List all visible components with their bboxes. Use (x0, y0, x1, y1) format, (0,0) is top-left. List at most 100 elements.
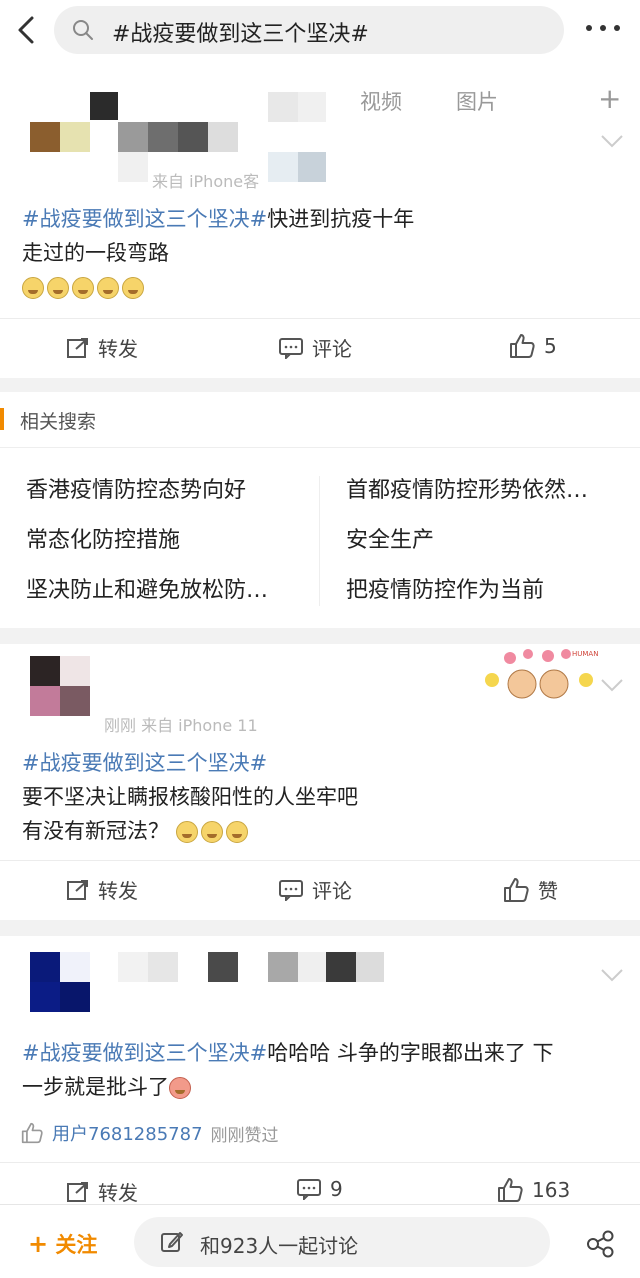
related-item[interactable]: 把疫情防控作为当前 (346, 572, 636, 604)
emoji-icon (47, 277, 69, 299)
repost-button[interactable]: 转发 (66, 333, 138, 362)
emoji-icon (200, 821, 223, 843)
related-item[interactable]: 首都疫情防控形势依然… (346, 472, 636, 504)
emoji-icon (175, 821, 198, 843)
repost-button[interactable]: 转发 (66, 1177, 138, 1206)
follow-button[interactable]: + 关注 (28, 1229, 97, 1259)
comment-icon (297, 1179, 321, 1200)
post-text: 一步就是批斗了 (22, 1075, 169, 1099)
avatar (30, 656, 60, 686)
comment-icon (279, 879, 303, 901)
chevron-down-icon[interactable] (598, 676, 626, 694)
post-card: 来自 iPhone客 视频 图片 + #战疫要做到这三个坚决#快进到抗疫十年 走… (0, 64, 640, 378)
column-divider (319, 476, 320, 606)
tab-picture[interactable]: 图片 (456, 86, 498, 116)
pixel-block (208, 952, 238, 982)
related-title: 相关搜索 (20, 411, 97, 433)
search-query: #战疫要做到这三个坚决# (112, 22, 369, 47)
repost-icon (67, 337, 88, 358)
comment-button[interactable]: 评论 (278, 333, 352, 362)
post-body: #战疫要做到这三个坚决# 要不坚决让瞒报核酸阳性的人坐牢吧 有没有新冠法？ (22, 746, 622, 848)
hashtag-link[interactable]: #战疫要做到这三个坚决# (22, 1041, 267, 1065)
liked-by-row: 用户7681285787 刚刚赞过 (20, 1120, 279, 1146)
pixel-block (118, 952, 148, 982)
pixel-block (326, 952, 356, 982)
add-tab-icon[interactable]: + (598, 82, 621, 115)
pixel-block (178, 122, 208, 152)
pixel-block (356, 952, 384, 982)
like-count: 163 (532, 1178, 571, 1202)
repost-button[interactable]: 转发 (66, 875, 138, 904)
share-icon[interactable] (586, 1229, 616, 1259)
like-label: 赞 (538, 879, 558, 903)
related-item[interactable]: 香港疫情防控态势向好 (26, 472, 316, 504)
post-body: #战疫要做到这三个坚决#快进到抗疫十年 走过的一段弯路 (22, 202, 622, 304)
like-button[interactable]: 163 (496, 1177, 570, 1203)
post-card: #战疫要做到这三个坚决#哈哈哈 斗争的字眼都出来了 下 一步就是批斗了 用户76… (0, 936, 640, 1206)
accent-bar (0, 408, 4, 430)
thumbs-up-icon (510, 334, 535, 358)
pixel-block (60, 656, 90, 686)
pixel-block (30, 686, 60, 716)
comment-button[interactable]: 9 (296, 1177, 343, 1201)
related-item[interactable]: 安全生产 (346, 522, 636, 554)
pixel-block (148, 122, 178, 152)
like-button[interactable]: 赞 (502, 875, 558, 904)
emoji-row (22, 270, 622, 304)
like-button[interactable]: 5 (508, 333, 557, 359)
pixel-block (60, 122, 90, 152)
pixel-block (118, 152, 148, 182)
discuss-input[interactable]: 和923人一起讨论 (134, 1217, 550, 1267)
pixel-block (268, 952, 298, 982)
avatar (90, 92, 118, 120)
post-source: 刚刚 来自 iPhone 11 (104, 716, 258, 735)
liked-note: 刚刚赞过 (210, 1125, 279, 1146)
hashtag-link[interactable]: #战疫要做到这三个坚决# (22, 751, 267, 775)
related-item[interactable]: 常态化防控措施 (26, 522, 316, 554)
search-box[interactable]: #战疫要做到这三个坚决# (54, 6, 564, 54)
comment-button[interactable]: 评论 (278, 875, 352, 904)
post-actions: 转发 评论 5 (0, 318, 640, 378)
bottom-bar: + 关注 和923人一起讨论 (0, 1204, 640, 1278)
pixel-block (268, 152, 298, 182)
chevron-down-icon[interactable] (598, 132, 626, 150)
back-icon[interactable] (8, 10, 48, 50)
plus-icon: + (28, 1230, 49, 1258)
chevron-down-icon[interactable] (598, 966, 626, 984)
post-source: 来自 iPhone客 (152, 172, 260, 191)
emoji-icon (225, 821, 248, 843)
related-searches: 相关搜索 香港疫情防控态势向好 首都疫情防控形势依然… 常态化防控措施 安全生产… (0, 392, 640, 628)
related-item[interactable]: 坚决防止和避免放松防… (26, 572, 316, 604)
pixel-block (298, 152, 326, 182)
avatar (30, 122, 60, 152)
thumbs-up-icon (504, 877, 529, 902)
discuss-label: 和923人一起讨论 (200, 1234, 359, 1258)
comment-label: 评论 (312, 337, 352, 361)
repost-icon (67, 879, 88, 900)
pixel-block (298, 952, 326, 982)
emoji-icon (22, 277, 44, 299)
repost-icon (67, 1181, 88, 1202)
pixel-block (60, 952, 90, 982)
hashtag-link[interactable]: #战疫要做到这三个坚决# (22, 207, 267, 231)
repost-label: 转发 (98, 879, 138, 903)
search-icon (72, 19, 94, 41)
post-text: 哈哈哈 斗争的字眼都出来了 下 (267, 1041, 554, 1065)
pixel-block (60, 982, 90, 1012)
post-card: 刚刚 来自 iPhone 11 HUMAN #战疫要做到这三个坚决# 要不坚决让… (0, 644, 640, 920)
post-text: 走过的一段弯路 (22, 241, 169, 265)
pixel-block (298, 92, 326, 122)
emoji-icon (72, 277, 94, 299)
related-header: 相关搜索 (0, 392, 640, 448)
edit-icon (161, 1232, 183, 1252)
more-options-icon[interactable] (583, 18, 623, 38)
post-text: 快进到抗疫十年 (267, 207, 415, 231)
tab-video[interactable]: 视频 (360, 86, 402, 116)
top-bar: #战疫要做到这三个坚决# (0, 0, 640, 64)
thumbs-up-icon (498, 1178, 523, 1202)
follow-label: 关注 (55, 1233, 98, 1257)
emoji-icon (97, 277, 119, 299)
pixel-block (268, 92, 298, 122)
post-text: 有没有新冠法？ (22, 819, 169, 843)
liker-name[interactable]: 用户7681285787 (52, 1120, 203, 1146)
